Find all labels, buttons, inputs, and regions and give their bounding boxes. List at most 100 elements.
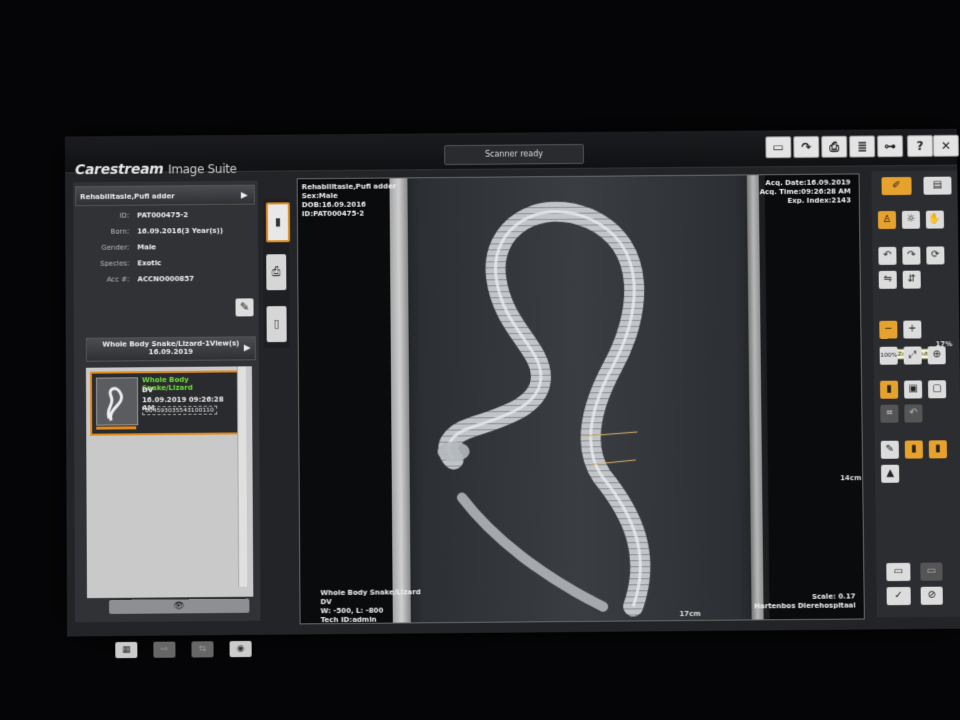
series-thumbnail[interactable] bbox=[95, 377, 139, 426]
overlay-patient-name: Rehabilitasie,Pufl adder bbox=[301, 182, 397, 192]
bottom-toolbar: ▦ ⇨ ⇆ ◉ bbox=[115, 640, 265, 659]
print-icon[interactable]: ⎙ bbox=[821, 135, 848, 158]
overlay-hospital: Hartenbos Dierehospitaal bbox=[754, 601, 856, 611]
overlay-id: ID:PAT000475-2 bbox=[301, 209, 365, 219]
right-marker-icon[interactable]: ▮ bbox=[928, 440, 948, 459]
overlay-top-right: Acq. Date:16.09.2019 Acq. Time:09:26:28 … bbox=[759, 178, 851, 206]
viewer-mode-tools: ▮ ⎙ ▯ bbox=[262, 198, 291, 349]
info-row-born: Born: 16.09.2016(3 Year(s)) bbox=[73, 226, 258, 244]
series-scrollbar[interactable] bbox=[236, 366, 248, 587]
info-value: ACCNO000857 bbox=[137, 274, 195, 284]
study-date: 16.09.2019 bbox=[148, 347, 193, 357]
patient-info: ID: PAT000475-2 Born: 16.09.2016(3 Year(… bbox=[73, 211, 258, 292]
stamp-icon[interactable]: ▮ bbox=[879, 380, 899, 399]
xray-image[interactable] bbox=[389, 175, 770, 622]
shutter-icon[interactable]: ▣ bbox=[903, 380, 923, 399]
info-row-species: Species: Exotic bbox=[73, 258, 258, 276]
brightness-icon[interactable]: ☼ bbox=[901, 210, 921, 229]
fit-window-icon[interactable]: ⤢ bbox=[903, 346, 922, 365]
snake-thumbnail-icon bbox=[106, 387, 124, 421]
view-image-icon[interactable]: ▮ bbox=[265, 202, 291, 243]
series-list: Whole Body Snake/Lizard DV 16.09.2019 09… bbox=[85, 366, 254, 599]
app-logo: Carestream Image Suite bbox=[74, 161, 237, 179]
info-key: ID: bbox=[119, 211, 130, 220]
study-header[interactable]: Whole Body Snake/Lizard-1View(s) 16.09.2… bbox=[85, 336, 256, 362]
magnify-icon[interactable]: ⊕ bbox=[927, 346, 946, 365]
overlay-top-left: Rehabilitasie,Pufl adder Sex:Male DOB:16… bbox=[302, 182, 397, 219]
rotate-free-icon[interactable]: ⟳ bbox=[926, 246, 945, 265]
network-icon[interactable]: ⊶ bbox=[876, 135, 904, 158]
info-key: Species: bbox=[100, 259, 130, 268]
transfer-icon[interactable]: ⇆ bbox=[191, 641, 214, 658]
brand-name: Carestream bbox=[74, 161, 164, 179]
flip-horizontal-icon[interactable]: ⇋ bbox=[878, 270, 897, 289]
info-row-acc: Acc #: ACCNO000857 bbox=[74, 274, 259, 292]
info-row-gender: Gender: Male bbox=[73, 242, 258, 260]
top-bar: Carestream Image Suite Scanner ready ▭ ↷… bbox=[64, 128, 960, 178]
info-value: Male bbox=[137, 243, 157, 252]
thumbnail-progress-bar bbox=[96, 426, 137, 430]
left-marker-icon[interactable]: ▮ bbox=[904, 440, 923, 459]
patient-panel: Rehabilitasie,Pufl adder ▶ ID: PAT000475… bbox=[73, 180, 261, 659]
ruler-label: 14cm bbox=[840, 474, 862, 483]
overlay-bottom-right: Scale: 0.17 Hartenbos Dierehospitaal bbox=[754, 592, 856, 611]
database-icon[interactable]: ≣ bbox=[849, 135, 876, 158]
bottom-ruler-label: 17cm bbox=[679, 609, 701, 619]
save-disabled-icon[interactable]: ▭ bbox=[920, 562, 943, 581]
overlay-bottom-left: Whole Body Snake/Lizard DV W: -500, L: -… bbox=[320, 588, 420, 625]
rotate-right-icon[interactable]: ↷ bbox=[902, 246, 921, 265]
info-row-id: ID: PAT000475-2 bbox=[73, 211, 258, 229]
series-view: DV bbox=[142, 386, 154, 395]
edit-pencil-icon[interactable]: ✎ bbox=[235, 298, 254, 317]
patient-name: Rehabilitasie,Pufl adder bbox=[80, 192, 175, 202]
expand-arrow-icon[interactable]: ▶ bbox=[241, 186, 248, 206]
plate-edge-left bbox=[389, 178, 411, 623]
report-icon[interactable]: ▤ bbox=[923, 176, 952, 195]
marker-icon[interactable]: ✎ bbox=[880, 440, 899, 459]
fit-100-button[interactable]: 100% bbox=[879, 346, 898, 365]
printer-icon[interactable]: ▭ bbox=[765, 136, 792, 159]
scanner-status: Scanner ready bbox=[444, 143, 584, 166]
crop-icon[interactable]: ▢ bbox=[927, 380, 947, 399]
record-icon[interactable]: ◉ bbox=[229, 640, 252, 658]
accept-image-icon[interactable]: ✓ bbox=[886, 586, 911, 606]
patient-header[interactable]: Rehabilitasie,Pufl adder ▶ bbox=[75, 184, 255, 207]
zoom-out-icon[interactable]: − bbox=[879, 320, 898, 339]
flip-vertical-icon[interactable]: ⇵ bbox=[902, 270, 921, 289]
histogram-icon[interactable]: ▲ bbox=[881, 464, 900, 483]
close-icon[interactable]: ✕ bbox=[932, 134, 960, 157]
eye-view-icon[interactable]: 👁 bbox=[109, 598, 250, 615]
zoom-in-icon[interactable]: + bbox=[903, 320, 922, 339]
image-viewer[interactable]: Rehabilitasie,Pufl adder Sex:Male DOB:16… bbox=[296, 173, 865, 625]
save-icon[interactable]: ▭ bbox=[886, 562, 911, 582]
print-mode-icon[interactable]: ⎙ bbox=[266, 254, 287, 291]
expand-arrow-icon[interactable]: ▶ bbox=[244, 343, 251, 353]
info-key: Acc #: bbox=[106, 275, 130, 284]
info-key: Gender: bbox=[101, 243, 130, 252]
overlay-exam: Whole Body Snake/Lizard bbox=[320, 588, 421, 598]
undo-icon[interactable]: ↶ bbox=[904, 404, 923, 423]
reject-image-icon[interactable]: ⊘ bbox=[920, 586, 943, 605]
info-key: Born: bbox=[110, 227, 130, 236]
compare-icon[interactable]: ▯ bbox=[266, 306, 287, 343]
info-value: Exotic bbox=[137, 259, 162, 268]
info-value: PAT000475-2 bbox=[137, 211, 189, 220]
series-card[interactable]: Whole Body Snake/Lizard DV 16.09.2019 09… bbox=[89, 370, 241, 436]
rotate-left-icon[interactable]: ↶ bbox=[878, 246, 897, 265]
select-person-icon[interactable]: ♙ bbox=[877, 210, 897, 230]
series-title: Whole Body Snake/Lizard bbox=[141, 375, 193, 393]
image-tools-panel: ✐ ▤ ♙ ☼ ✋ ↶ ↷ ⟳ ⇋ ⇵ − + 17% Zoom Out 100… bbox=[871, 170, 960, 618]
redo-arc-icon[interactable]: ↷ bbox=[793, 135, 820, 159]
overlay-tech-id: Tech ID:admin bbox=[320, 615, 377, 625]
select-region-icon[interactable]: ⌗ bbox=[880, 404, 899, 423]
pan-hand-icon[interactable]: ✋ bbox=[925, 210, 945, 229]
snake-radiograph bbox=[389, 175, 769, 622]
help-icon[interactable]: ? bbox=[906, 134, 934, 158]
layout-grid-icon[interactable]: ▦ bbox=[115, 641, 138, 659]
monitor-screen: Carestream Image Suite Scanner ready ▭ ↷… bbox=[64, 128, 960, 659]
export-icon[interactable]: ⇨ bbox=[153, 641, 176, 658]
product-name: Image Suite bbox=[167, 161, 237, 177]
overlay-exp-index: Exp. Index:2143 bbox=[787, 196, 851, 205]
series-id: 004593035543100110 bbox=[142, 405, 217, 416]
annotate-pen-icon[interactable]: ✐ bbox=[881, 176, 912, 196]
